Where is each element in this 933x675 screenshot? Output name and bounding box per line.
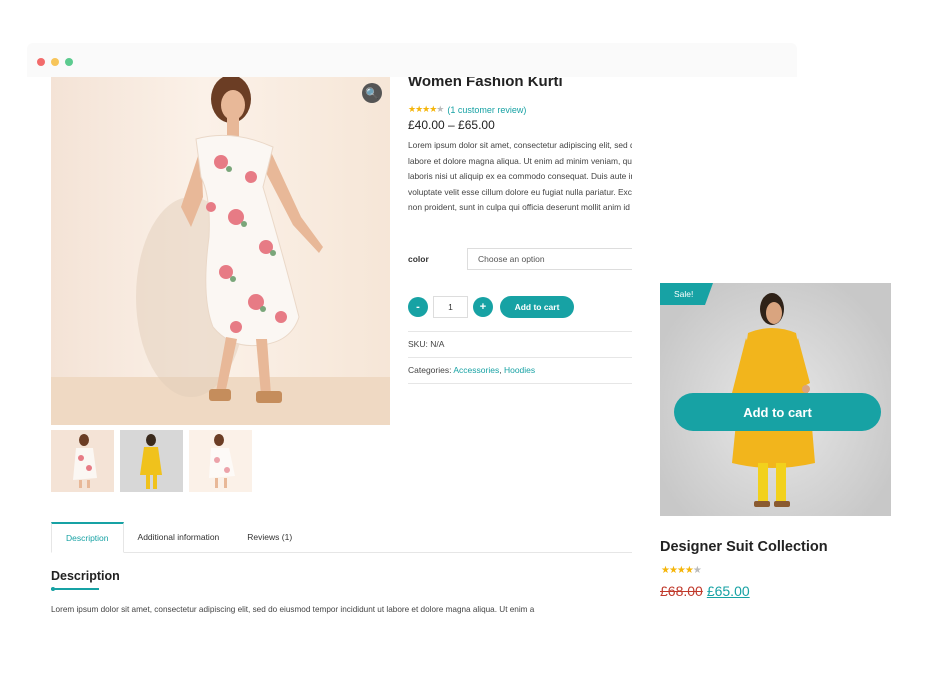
thumbnail-floral-dress[interactable] (51, 430, 114, 492)
thumbnail-floral-dress-alt[interactable] (189, 430, 252, 492)
thumbnail-yellow-dress[interactable] (120, 430, 183, 492)
quantity-plus-button[interactable]: + (473, 297, 493, 317)
maximize-dot-icon[interactable] (65, 58, 73, 66)
thumbnail-gallery (51, 430, 252, 492)
product-price: £40.00 – £65.00 (408, 118, 495, 132)
card-old-price: £68.00 (660, 583, 703, 599)
card-product-title[interactable]: Designer Suit Collection (660, 539, 828, 555)
product-tabs: Description Additional information Revie… (51, 522, 632, 553)
quantity-minus-button[interactable]: - (408, 297, 428, 317)
review-link[interactable]: (1 customer review) (447, 105, 526, 115)
card-sale-price: £65.00 (706, 583, 750, 599)
color-label: color (408, 254, 429, 264)
sale-badge: Sale! (660, 283, 714, 305)
product-short-description: Lorem ipsum dolor sit amet, consectetur … (408, 140, 632, 212)
rating-stars-icon: ★★★★★ (408, 104, 444, 114)
product-card[interactable]: Sale! Add to cart Designer Suit Collecti… (640, 268, 910, 648)
color-variation-row: color Choose an option ▾ (408, 248, 632, 270)
color-select[interactable]: Choose an option ▾ (467, 248, 632, 270)
minimize-dot-icon[interactable] (51, 58, 59, 66)
divider (408, 357, 632, 358)
sku-value: N/A (430, 339, 445, 349)
product-title: Women Fashion Kurti (408, 77, 563, 90)
tab-reviews[interactable]: Reviews (1) (233, 522, 306, 552)
model-in-floral-dress-illustration (51, 77, 390, 425)
zoom-icon[interactable]: 🔍 (362, 83, 382, 103)
thumbnail-floral-alt-image (209, 434, 235, 488)
product-rating: ★★★★★ (1 customer review) (408, 104, 526, 115)
sku-label: SKU: (408, 339, 428, 349)
description-heading: Description (51, 569, 120, 583)
browser-titlebar (27, 43, 797, 77)
description-text: Lorem ipsum dolor sit amet, consectetur … (51, 605, 535, 614)
categories-meta: Categories: Accessories, Hoodies (408, 365, 535, 375)
tab-description[interactable]: Description (51, 522, 124, 553)
heading-underline (51, 587, 99, 591)
card-rating-stars-icon: ★★★★★ (661, 565, 702, 576)
category-separator: , (499, 365, 502, 375)
card-price: £68.00 £65.00 (660, 583, 750, 599)
product-card-image[interactable]: Sale! Add to cart (660, 283, 891, 516)
category-link-accessories[interactable]: Accessories (453, 365, 499, 375)
close-dot-icon[interactable] (37, 58, 45, 66)
thumbnail-yellow-image (140, 434, 162, 489)
divider (408, 383, 632, 384)
product-main-image[interactable]: 🔍 (51, 77, 390, 425)
add-to-cart-button[interactable]: Add to cart (500, 296, 574, 318)
categories-label: Categories: (408, 365, 452, 375)
quantity-input[interactable]: 1 (433, 296, 468, 318)
color-select-value: Choose an option (478, 254, 545, 264)
quantity-row: - 1 + Add to cart (408, 296, 574, 318)
window-controls (37, 58, 73, 66)
tab-additional-information[interactable]: Additional information (124, 522, 234, 552)
thumbnail-floral-image (73, 434, 97, 488)
category-link-hoodies[interactable]: Hoodies (504, 365, 535, 375)
divider (408, 331, 632, 332)
product-page: 🔍 Women Fashion Kurti ★★★★★ (1 customer … (27, 77, 632, 637)
sku-meta: SKU: N/A (408, 339, 444, 349)
card-add-to-cart-button[interactable]: Add to cart (674, 393, 881, 431)
